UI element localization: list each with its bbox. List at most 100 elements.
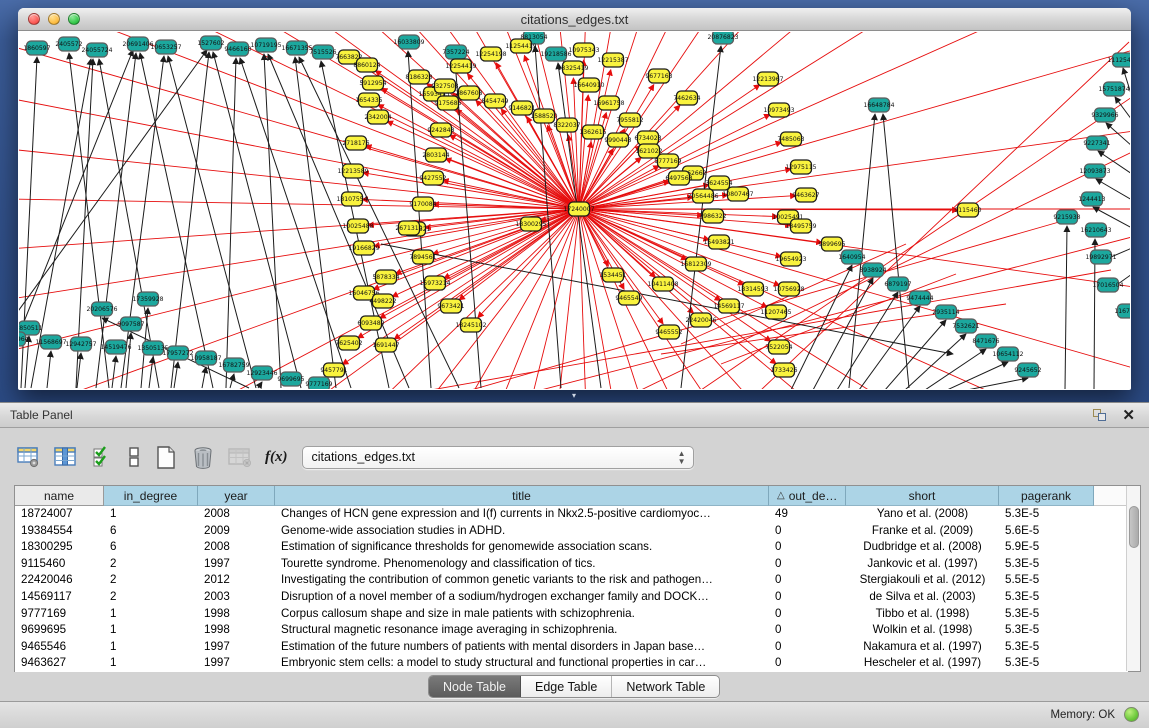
graph-node[interactable]: 5912954 <box>359 76 386 90</box>
graph-node[interactable]: 1244413 <box>1078 192 1105 206</box>
graph-node[interactable]: 12254198 <box>475 47 506 61</box>
pane-splitter-handle[interactable]: ▾ <box>568 392 580 400</box>
graph-node[interactable]: 10654112 <box>992 347 1023 361</box>
tab-node-table[interactable]: Node Table <box>429 676 521 697</box>
graph-node[interactable]: 1362615 <box>579 125 606 139</box>
graph-node[interactable]: 1527602 <box>197 36 224 50</box>
tab-edge-table[interactable]: Edge Table <box>521 676 612 697</box>
graph-node[interactable]: 20876823 <box>707 32 738 44</box>
graph-node[interactable]: 8322037 <box>553 118 580 132</box>
graph-node[interactable]: 6497568 <box>665 171 692 185</box>
graph-node[interactable]: 11125441 <box>1107 53 1130 67</box>
graph-node[interactable]: 9465552 <box>655 325 682 339</box>
graph-node[interactable]: 10975343 <box>568 43 599 57</box>
table-row[interactable]: 977716911998Corpus callosum shape and si… <box>15 606 1128 623</box>
graph-node[interactable]: 9242848 <box>427 123 454 137</box>
graph-node[interactable]: 20206576 <box>86 302 117 316</box>
graph-node[interactable]: 9777169 <box>654 154 681 168</box>
graph-node[interactable]: 15493821 <box>703 235 734 249</box>
network-graph-canvas[interactable]: 1860597240557224055724206914061065325715… <box>19 32 1130 389</box>
graph-node[interactable]: 5878334 <box>372 270 399 284</box>
graph-node[interactable]: 9474444 <box>906 291 933 305</box>
table-row[interactable]: 1456911722003Disruption of a novel membe… <box>15 589 1128 606</box>
float-panel-icon[interactable] <box>1093 409 1107 422</box>
graph-node[interactable]: 9170084 <box>409 197 436 211</box>
graph-node[interactable]: 9115460 <box>954 203 981 217</box>
table-row[interactable]: 2242004622012Investigating the contribut… <box>15 572 1128 589</box>
graph-node[interactable]: 8186328 <box>405 70 432 84</box>
graph-node[interactable]: 1691447 <box>372 338 399 352</box>
column-settings-icon[interactable] <box>53 445 77 469</box>
graph-node[interactable]: 9677163 <box>645 69 672 83</box>
graph-node[interactable]: 2718176 <box>342 136 369 150</box>
graph-node[interactable]: 12093873 <box>1079 164 1110 178</box>
import-table-icon[interactable] <box>228 445 252 469</box>
graph-node[interactable]: 1534451 <box>599 268 626 282</box>
graph-node[interactable]: 9899695 <box>818 237 845 251</box>
graph-node[interactable]: 7625402 <box>335 336 362 350</box>
graph-node[interactable]: 16782759 <box>218 358 249 372</box>
graph-node[interactable]: 1640954 <box>838 250 865 264</box>
graph-node[interactable]: 4498222 <box>369 294 396 308</box>
graph-node[interactable]: 6093489 <box>357 316 384 330</box>
table-row[interactable]: 969969511998Structural magnetic resonanc… <box>15 622 1128 639</box>
graph-node[interactable]: 8938924 <box>859 263 886 277</box>
graph-node[interactable]: 7532621 <box>952 319 979 333</box>
graph-node[interactable]: 7894561 <box>409 250 436 264</box>
column-header-name[interactable]: name <box>15 486 104 506</box>
close-panel-icon[interactable]: ✕ <box>1122 406 1135 424</box>
column-header-title[interactable]: title <box>275 486 769 506</box>
graph-node[interactable]: 9097587 <box>117 317 144 331</box>
graph-node[interactable]: 2671310 <box>395 221 422 235</box>
graph-node[interactable]: 9465549 <box>615 291 642 305</box>
graph-node[interactable]: 6734028 <box>634 131 661 145</box>
graph-node[interactable]: 14569117 <box>713 299 744 313</box>
graph-node[interactable]: 2935114 <box>932 305 959 319</box>
graph-node[interactable]: 9673421 <box>437 299 464 313</box>
network-table-selector[interactable]: citations_edges.txt ▲▼ <box>302 446 694 469</box>
tab-network-table[interactable]: Network Table <box>612 676 719 697</box>
graph-node[interactable]: 17016504 <box>1092 278 1123 292</box>
graph-node[interactable]: 18245102 <box>455 318 486 332</box>
graph-node[interactable]: 1733426 <box>770 363 797 377</box>
graph-node[interactable]: 9215938 <box>1053 210 1080 224</box>
network-view-window[interactable]: citations_edges.txt 18605972405572240557… <box>18 8 1131 390</box>
graph-node[interactable]: 2867608 <box>455 86 482 100</box>
graph-node[interactable]: 19654923 <box>775 252 806 266</box>
graph-node[interactable]: 20691406 <box>122 37 153 51</box>
graph-node[interactable]: 9245652 <box>1014 363 1041 377</box>
select-columns-icon[interactable] <box>90 445 114 469</box>
memory-indicator-icon[interactable] <box>1124 707 1139 722</box>
graph-node[interactable]: 10719195 <box>250 38 281 52</box>
table-row[interactable]: 1872400712008Changes of HCN gene express… <box>15 506 1128 523</box>
column-header-in_degree[interactable]: in_degree <box>104 486 198 506</box>
graph-node[interactable]: 9463627 <box>792 188 819 202</box>
graph-node[interactable]: 7515526 <box>309 45 336 59</box>
graph-node[interactable]: 9699695 <box>277 372 304 386</box>
graph-node[interactable]: 10756928 <box>773 282 804 296</box>
graph-node[interactable]: 8471676 <box>972 334 999 348</box>
graph-node[interactable]: 12942757 <box>65 337 96 351</box>
graph-node[interactable]: 17359928 <box>132 292 163 306</box>
graph-node[interactable]: 22420046 <box>685 313 716 327</box>
table-row[interactable]: 1938455462009Genome-wide association stu… <box>15 523 1128 540</box>
graph-node[interactable]: 10025488 <box>342 219 373 233</box>
graph-node[interactable]: 2803144 <box>422 148 449 162</box>
graph-node[interactable]: 8860124 <box>353 58 380 72</box>
graph-node[interactable]: 10653257 <box>150 40 181 54</box>
graph-node[interactable]: 12215387 <box>597 53 628 67</box>
scrollbar-thumb[interactable] <box>1129 506 1139 548</box>
graph-node[interactable]: 19166829 <box>348 241 379 255</box>
table-row[interactable]: 1830029562008Estimation of significance … <box>15 539 1128 556</box>
table-row[interactable]: 911546021997Tourette syndrome. Phenomeno… <box>15 556 1128 573</box>
column-header-year[interactable]: year <box>198 486 275 506</box>
graph-node[interactable]: 9990448 <box>604 133 631 147</box>
window-titlebar[interactable]: citations_edges.txt <box>18 8 1131 31</box>
column-header-short[interactable]: short <box>846 486 999 506</box>
table-vertical-scrollbar[interactable] <box>1126 486 1140 671</box>
graph-node[interactable]: 18107554 <box>336 192 367 206</box>
graph-node[interactable]: 7357224 <box>442 45 469 59</box>
graph-node[interactable]: 12975115 <box>785 160 816 174</box>
graph-node[interactable]: 7955812 <box>616 113 643 127</box>
delete-table-icon[interactable] <box>191 445 215 469</box>
